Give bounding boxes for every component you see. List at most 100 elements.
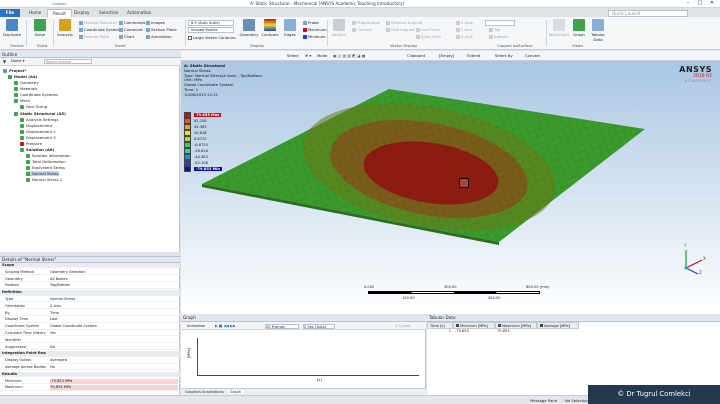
maximize-icon[interactable]: □ — [694, 0, 706, 6]
comment-button[interactable]: Comment — [119, 27, 143, 32]
geometry-button[interactable]: Geometry — [238, 19, 260, 37]
details-row[interactable]: Calculate Time History Yes — [0, 331, 180, 337]
images-button[interactable]: Images — [146, 20, 165, 25]
tree-item-displacement-3[interactable]: Displacement 3 — [20, 135, 56, 140]
tree-item-normal-stress[interactable]: Normal Stress — [26, 171, 59, 176]
axis-triad[interactable]: Y Z X — [678, 243, 708, 277]
tab-display[interactable]: Display — [69, 9, 94, 17]
scale-dropdown[interactable]: 6.9 (Auto Scale) — [188, 20, 234, 26]
details-value[interactable]: Time — [50, 311, 178, 316]
duration-dropdown[interactable]: 2 Sec (Auto) — [303, 323, 335, 329]
details-value[interactable]: Yes — [50, 331, 178, 336]
method-selection-button[interactable]: Method Selection — [79, 20, 117, 25]
extend-dropdown[interactable]: Extend — [467, 53, 480, 58]
y-axis-button[interactable]: Y Axis — [456, 27, 472, 32]
column-header-time[interactable]: Time [s] — [427, 322, 453, 329]
details-section-header[interactable]: Scope — [0, 263, 180, 269]
details-row[interactable]: Display Time Last — [0, 317, 180, 323]
remote-point-button[interactable]: Remote Point — [79, 34, 109, 39]
name-filter-label[interactable]: Name ▾ — [11, 59, 25, 63]
tree-item-static-structural[interactable]: Static Structural (A5) — [14, 111, 66, 116]
filter-icon[interactable]: ▼ — [3, 59, 6, 64]
details-row[interactable]: Maximum 79.853 MPa — [0, 385, 180, 391]
tree-item-materials[interactable]: Materials — [14, 86, 37, 91]
proportional-button[interactable]: Proportional — [352, 20, 380, 25]
details-section-header[interactable]: Results — [0, 371, 180, 378]
z-axis-button[interactable]: Z Axis — [456, 34, 473, 39]
edges-button[interactable]: Edges — [279, 19, 301, 37]
solve-button[interactable]: Solve — [29, 19, 51, 37]
tree-item-mesh[interactable]: Mesh — [14, 98, 30, 103]
frames-dropdown[interactable]: 20 Frames — [265, 323, 299, 329]
tree-item-face-sizing[interactable]: Face Sizing — [20, 104, 47, 109]
details-row[interactable]: By Time — [0, 311, 180, 316]
contours-button[interactable]: Contours — [259, 19, 281, 37]
tree-item-solution[interactable]: Solution (A6) — [20, 147, 54, 152]
details-row[interactable]: Display Option Averaged — [0, 358, 180, 364]
details-value[interactable]: Geometry Selection — [50, 270, 178, 275]
close-icon[interactable]: ✕ — [706, 0, 718, 6]
tab-selection[interactable]: Selection — [94, 9, 123, 17]
details-value[interactable]: Averaged — [50, 358, 178, 363]
details-value[interactable]: Normal Stress — [50, 297, 178, 302]
minimum-button[interactable]: Minimum — [303, 34, 326, 39]
selection-filter-icons[interactable]: ▣ ◫ ▤ ▥ ◩ ◪ ▦ — [333, 53, 365, 58]
element-aligned-button[interactable]: Element Aligned — [386, 20, 422, 25]
tab-graphics-annotations[interactable]: Graphics Annotations — [183, 390, 226, 394]
tree-item-solution-information[interactable]: Solution Information — [26, 153, 71, 158]
graph-plot-area[interactable]: [MPa] [s] — [181, 330, 426, 388]
section-plane-button[interactable]: Section Plane — [146, 27, 177, 32]
details-value[interactable]: X Axis — [50, 304, 178, 309]
x-axis-button[interactable]: X Axis — [456, 20, 473, 25]
annotation-button[interactable]: Annotation — [146, 34, 172, 39]
tree-item-pressure[interactable]: Pressure — [20, 141, 42, 146]
tab-automation[interactable]: Automation — [122, 9, 156, 17]
details-value[interactable]: Global Coordinate System — [50, 324, 178, 329]
maximum-button[interactable]: Maximum — [303, 27, 327, 32]
top-button[interactable]: Top — [489, 27, 500, 32]
column-header-average[interactable]: Average [MPa] — [537, 322, 579, 329]
details-section-header[interactable]: Definition — [0, 290, 180, 296]
details-row[interactable]: Type Normal Stress — [0, 297, 180, 303]
details-row[interactable]: Suppressed No — [0, 345, 180, 350]
tree-item-analysis-settings[interactable]: Analysis Settings — [20, 117, 58, 122]
commands-button[interactable]: Commands — [119, 20, 146, 25]
clipboard-dropdown[interactable]: Clipboard — [407, 53, 425, 58]
large-vertex-contours-toggle[interactable]: Large Vertex Contours — [188, 35, 235, 40]
select-by-dropdown[interactable]: Select By — [495, 53, 513, 58]
details-value[interactable]: No — [50, 365, 178, 370]
tree-item-geometry[interactable]: Geometry — [14, 80, 39, 85]
minimize-icon[interactable]: – — [682, 0, 694, 6]
tree-item-total-deformation[interactable]: Total Deformation — [26, 159, 66, 164]
tree-item-model[interactable]: Model (A4) — [8, 74, 37, 79]
play-icon[interactable]: ▶ ■ ◀◀ ▶▶ — [215, 324, 236, 328]
grid-aligned-button[interactable]: Grid Aligned — [386, 27, 414, 32]
bottom-button[interactable]: Bottom — [489, 34, 508, 39]
details-row[interactable]: Position Top/Bottom — [0, 283, 180, 289]
select-mode-icon[interactable]: ⊕ ▾ — [305, 53, 311, 58]
tree-item-displacement[interactable]: Displacement — [20, 123, 52, 128]
details-row[interactable]: Minimum -79.853 MPa — [0, 378, 180, 384]
duplicate-button[interactable]: Duplicate — [1, 19, 23, 37]
details-row[interactable]: Orientation X Axis — [0, 304, 180, 310]
tabular-data-button[interactable]: Tabular Data — [587, 19, 609, 42]
isosurface-value-input[interactable] — [485, 20, 515, 26]
tree-item-project[interactable]: Project* — [3, 68, 26, 73]
chart-button[interactable]: Chart — [119, 34, 134, 39]
graphics-viewport[interactable]: A: Static Structural Normal Stress Type:… — [181, 61, 720, 314]
details-row[interactable]: Identifier — [0, 338, 180, 344]
tree-item-coordinate-systems[interactable]: Coordinate Systems — [14, 92, 58, 97]
details-value[interactable]: Top/Bottom — [50, 283, 178, 288]
tree-item-displacement-2[interactable]: Displacement 2 — [20, 129, 56, 134]
solid-form-button[interactable]: Solid Form — [416, 34, 441, 39]
details-value[interactable]: No — [50, 345, 178, 350]
tab-home[interactable]: Home — [24, 9, 46, 17]
worksheet-button[interactable]: Worksheet — [548, 19, 570, 37]
details-value[interactable]: -79.853 MPa — [50, 378, 178, 384]
tree-item-equivalent-stress[interactable]: Equivalent Stress — [26, 165, 65, 170]
mode-dropdown[interactable]: Mode — [317, 53, 327, 58]
details-section-header[interactable]: Integration Point Results — [0, 351, 180, 357]
outline-search-input[interactable]: Search Outline — [44, 59, 92, 64]
uniform-button[interactable]: Uniform — [352, 27, 372, 32]
details-row[interactable]: Geometry All Bodies — [0, 277, 180, 282]
